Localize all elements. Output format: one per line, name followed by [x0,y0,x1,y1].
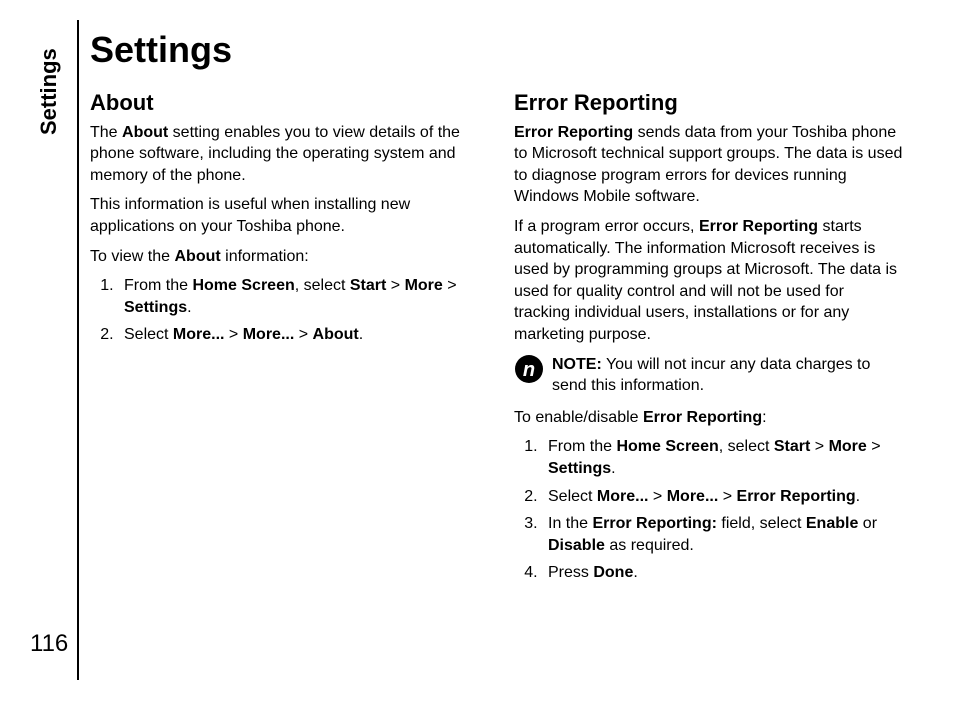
manual-page: Settings 116 Settings About The About se… [0,0,954,701]
er-step-2: Select More... > More... > Error Reporti… [542,486,904,508]
text: To enable/disable [514,409,643,426]
bold: More [829,438,867,455]
page-number: 116 [30,630,68,658]
text: From the [124,277,192,294]
text: Select [124,326,173,343]
text: > [718,488,736,505]
note-text: NOTE: You will not incur any data charge… [552,354,904,397]
text: field, select [717,515,806,532]
about-step-2: Select More... > More... > About. [118,324,480,346]
text: starts automatically. The information Mi… [514,218,897,343]
text: In the [548,515,592,532]
text: To view the [90,248,174,265]
vertical-divider [77,20,79,680]
left-column: About The About setting enables you to v… [90,80,480,592]
bold: Home Screen [616,438,718,455]
er-step-3: In the Error Reporting: field, select En… [542,513,904,556]
bold: Home Screen [192,277,294,294]
er-p2: If a program error occurs, Error Reporti… [514,216,904,346]
text: > [810,438,828,455]
bold: NOTE: [552,356,602,373]
text: . [359,326,363,343]
about-heading: About [90,90,480,116]
text: . [856,488,860,505]
text: : [762,409,766,426]
about-p3: To view the About information: [90,246,480,268]
bold: About [122,124,168,141]
bold: Error Reporting: [592,515,716,532]
bold: Settings [548,460,611,477]
about-p2: This information is useful when installi… [90,194,480,237]
text: > [867,438,881,455]
about-step-1: From the Home Screen, select Start > Mor… [118,275,480,318]
bold: Error Reporting [699,218,818,235]
about-p1: The About setting enables you to view de… [90,122,480,187]
text: , select [295,277,350,294]
error-reporting-heading: Error Reporting [514,90,904,116]
text: as required. [605,537,694,554]
text: Select [548,488,597,505]
right-column: Error Reporting Error Reporting sends da… [514,80,904,592]
er-steps: From the Home Screen, select Start > Mor… [514,436,904,584]
text: > [648,488,666,505]
bold: More... [667,488,719,505]
side-tab-label: Settings [36,48,62,135]
bold: More... [597,488,649,505]
text: . [611,460,615,477]
text: From the [548,438,616,455]
text: Press [548,564,593,581]
text: or [858,515,877,532]
text: The [90,124,122,141]
text: > [224,326,242,343]
bold: More... [173,326,225,343]
bold: Settings [124,299,187,316]
bold: Disable [548,537,605,554]
note-icon: n [514,354,544,389]
text: . [187,299,191,316]
text: . [633,564,637,581]
bold: More [405,277,443,294]
bold: Start [774,438,810,455]
note-block: n NOTE: You will not incur any data char… [514,354,904,397]
er-p3: To enable/disable Error Reporting: [514,407,904,429]
text: > [443,277,457,294]
bold: Start [350,277,386,294]
bold: More... [243,326,295,343]
svg-text:n: n [523,359,535,381]
page-title: Settings [90,30,910,70]
bold: Done [593,564,633,581]
bold: About [313,326,359,343]
text: > [294,326,312,343]
er-step-1: From the Home Screen, select Start > Mor… [542,436,904,479]
bold: About [174,248,220,265]
bold: Error Reporting [643,409,762,426]
text: , select [719,438,774,455]
text: > [386,277,404,294]
bold: Error Reporting [514,124,633,141]
about-steps: From the Home Screen, select Start > Mor… [90,275,480,346]
text: information: [221,248,309,265]
columns: About The About setting enables you to v… [90,80,910,592]
bold: Enable [806,515,858,532]
content-area: Settings About The About setting enables… [90,30,910,592]
er-p1: Error Reporting sends data from your Tos… [514,122,904,208]
er-step-4: Press Done. [542,562,904,584]
text: If a program error occurs, [514,218,699,235]
bold: Error Reporting [737,488,856,505]
